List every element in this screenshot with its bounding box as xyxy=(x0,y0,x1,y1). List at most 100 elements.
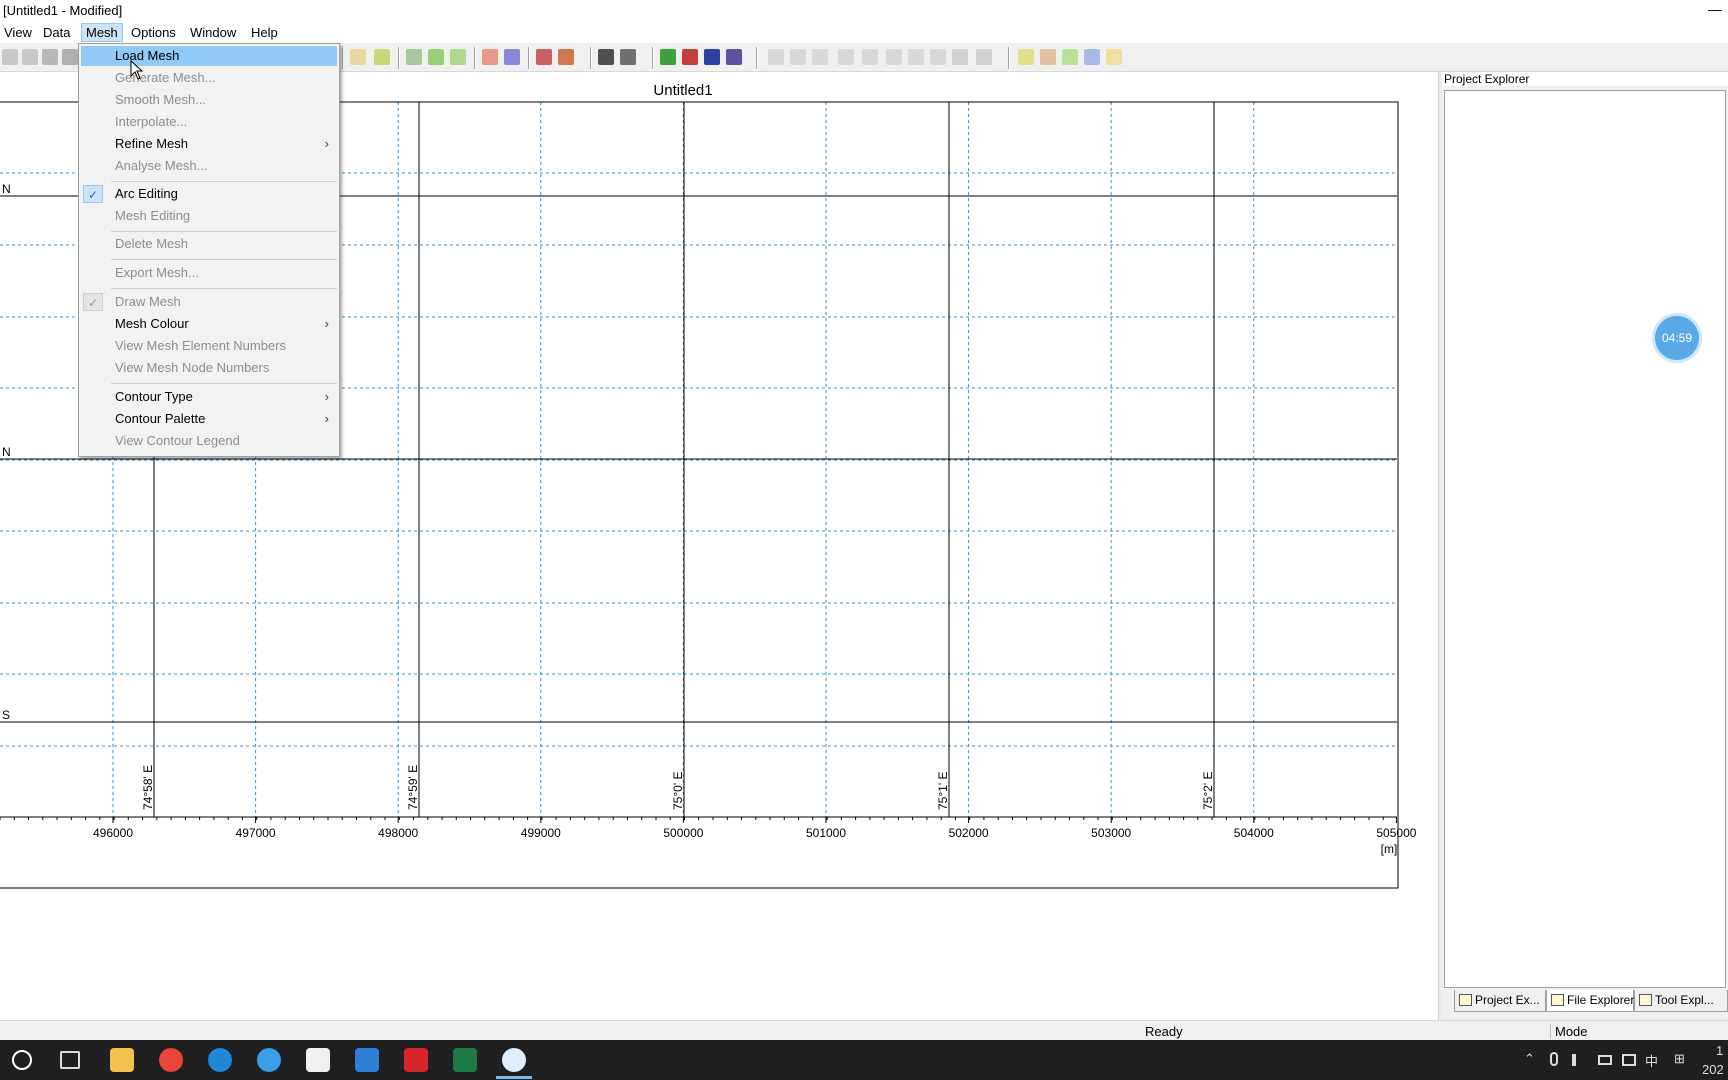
dictionary-icon[interactable] xyxy=(404,1048,428,1072)
p-point-icon[interactable] xyxy=(682,49,698,65)
paste-icon[interactable] xyxy=(42,49,58,65)
print-icon[interactable] xyxy=(62,49,78,65)
edit-arc-icon[interactable] xyxy=(428,49,444,65)
menu-load-mesh[interactable]: Load Mesh xyxy=(81,46,337,66)
menu-mesh-editing[interactable]: Mesh Editing xyxy=(81,206,337,226)
submenu-arrow-icon: › xyxy=(324,389,329,404)
menu-view-node-numbers[interactable]: View Mesh Node Numbers xyxy=(81,358,337,378)
menu-draw-mesh[interactable]: ✓ Draw Mesh xyxy=(81,292,337,312)
layer-1-icon[interactable] xyxy=(1018,49,1034,65)
x-tick-label: 503000 xyxy=(1091,826,1131,840)
menu-export-mesh[interactable]: Export Mesh... xyxy=(81,263,337,283)
menu-bar: View Data Mesh Options Window Help xyxy=(0,22,1728,43)
menu-refine-mesh[interactable]: Refine Mesh › xyxy=(81,134,337,154)
menu-label: Interpolate... xyxy=(115,114,188,129)
menu-generate-mesh[interactable]: Generate Mesh... xyxy=(81,68,337,88)
pointer-tool-icon[interactable] xyxy=(350,49,366,65)
menu-mesh[interactable]: Mesh xyxy=(81,23,123,42)
mail-icon[interactable] xyxy=(355,1048,379,1072)
zoom-extent-icon[interactable] xyxy=(620,49,636,65)
ime-mode-icon[interactable]: ⊞ xyxy=(1674,1051,1685,1067)
copy-icon[interactable] xyxy=(22,49,38,65)
file-explorer-icon[interactable] xyxy=(110,1048,134,1072)
mesh-tool-4-icon[interactable] xyxy=(838,49,854,65)
volume-icon[interactable] xyxy=(1572,1054,1586,1066)
submenu-arrow-icon: › xyxy=(324,136,329,151)
layer-2-icon[interactable] xyxy=(1040,49,1056,65)
menu-analyse-mesh[interactable]: Analyse Mesh... xyxy=(81,156,337,176)
menu-separator xyxy=(111,181,337,182)
mesh-tool-2-icon[interactable] xyxy=(790,49,806,65)
menu-help[interactable]: Help xyxy=(247,23,282,42)
binoculars-icon[interactable] xyxy=(598,49,614,65)
battery-icon[interactable] xyxy=(1598,1055,1612,1065)
window-title: [Untitled1 - Modified] xyxy=(3,3,123,18)
mesh-tool-5-icon[interactable] xyxy=(862,49,878,65)
app-icon[interactable] xyxy=(257,1048,281,1072)
menu-delete-mesh[interactable]: Delete Mesh xyxy=(81,234,337,254)
toolbar-separator xyxy=(398,47,400,69)
menu-mesh-colour[interactable]: Mesh Colour › xyxy=(81,314,337,334)
excel-icon[interactable] xyxy=(453,1048,477,1072)
edge-icon[interactable] xyxy=(208,1048,232,1072)
task-view-icon[interactable] xyxy=(60,1051,80,1069)
mesh-tool-7-icon[interactable] xyxy=(908,49,924,65)
timer-badge[interactable]: 04:59 xyxy=(1655,316,1699,360)
menu-label: Export Mesh... xyxy=(115,265,199,280)
tab-file-explorer[interactable]: File Explorer xyxy=(1546,990,1634,1012)
menu-interpolate[interactable]: Interpolate... xyxy=(81,112,337,132)
menu-options[interactable]: Options xyxy=(127,23,180,42)
menu-view-contour-legend[interactable]: View Contour Legend xyxy=(81,431,337,451)
menu-view[interactable]: View xyxy=(0,23,36,42)
brush-icon[interactable] xyxy=(558,49,574,65)
latitude-label: S xyxy=(2,708,10,722)
x-tick-label: 496000 xyxy=(93,826,133,840)
e-point-icon[interactable] xyxy=(726,49,742,65)
clock-date[interactable]: 202 xyxy=(1702,1062,1724,1077)
checkmark-icon: ✓ xyxy=(83,185,103,203)
mesh-tool-10-icon[interactable] xyxy=(976,49,992,65)
mike-app-icon[interactable] xyxy=(502,1048,526,1072)
tab-tool-explorer[interactable]: Tool Expl... xyxy=(1634,990,1728,1012)
x-tick-label: 502000 xyxy=(949,826,989,840)
menu-smooth-mesh[interactable]: Smooth Mesh... xyxy=(81,90,337,110)
ime-indicator[interactable]: 中 xyxy=(1645,1051,1658,1070)
arc-vertex-icon[interactable] xyxy=(504,49,520,65)
menu-separator xyxy=(111,383,337,384)
taskbar: ⌃ 中 ⊞ 1 202 xyxy=(0,1040,1728,1080)
search-icon[interactable] xyxy=(12,1050,32,1070)
chrome-icon[interactable] xyxy=(159,1048,183,1072)
split-arc-icon[interactable] xyxy=(450,49,466,65)
x-point-icon[interactable] xyxy=(704,49,720,65)
menu-data[interactable]: Data xyxy=(39,23,74,42)
cut-icon[interactable] xyxy=(2,49,18,65)
select-node-icon[interactable] xyxy=(374,49,390,65)
tab-project-explorer[interactable]: Project Ex... xyxy=(1454,990,1546,1012)
draw-arc-icon[interactable] xyxy=(406,49,422,65)
tray-chevron-icon[interactable]: ⌃ xyxy=(1524,1051,1535,1067)
menu-arc-editing[interactable]: ✓ Arc Editing xyxy=(81,184,337,204)
mesh-tool-3-icon[interactable] xyxy=(812,49,828,65)
menu-contour-type[interactable]: Contour Type › xyxy=(81,387,337,407)
status-mode: Mode xyxy=(1550,1024,1588,1039)
clock-time[interactable]: 1 xyxy=(1716,1043,1723,1058)
store-icon[interactable] xyxy=(306,1048,330,1072)
microphone-icon[interactable] xyxy=(1550,1052,1558,1066)
edit-tool-icon[interactable] xyxy=(930,49,946,65)
minimize-button[interactable]: — xyxy=(1708,1,1722,17)
network-icon[interactable] xyxy=(1622,1054,1636,1066)
add-point-icon[interactable] xyxy=(660,49,676,65)
menu-window[interactable]: Window xyxy=(186,23,240,42)
mesh-tool-9-icon[interactable] xyxy=(952,49,968,65)
mesh-tool-1-icon[interactable] xyxy=(768,49,784,65)
node-link-icon[interactable] xyxy=(482,49,498,65)
polygon-pen-icon[interactable] xyxy=(536,49,552,65)
layer-3-icon[interactable] xyxy=(1062,49,1078,65)
menu-view-element-numbers[interactable]: View Mesh Element Numbers xyxy=(81,336,337,356)
filter-icon[interactable] xyxy=(886,49,902,65)
explorer-tree[interactable] xyxy=(1444,90,1726,988)
layer-5-icon[interactable] xyxy=(1106,49,1122,65)
longitude-label: 75°1' E xyxy=(936,772,950,810)
menu-contour-palette[interactable]: Contour Palette › xyxy=(81,409,337,429)
layer-4-icon[interactable] xyxy=(1084,49,1100,65)
